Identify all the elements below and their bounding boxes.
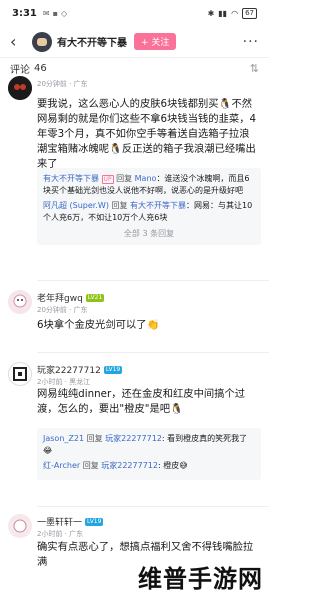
level-badge: LV19: [85, 517, 104, 526]
emoji-icon: 🐧: [218, 98, 232, 110]
emoji-icon: 😅: [179, 461, 188, 470]
reply-author[interactable]: 红-Archer: [43, 461, 80, 470]
emoji-icon: 👏: [146, 319, 160, 331]
reply-text: : 橙皮: [157, 461, 180, 470]
divider: [37, 280, 269, 281]
comment-author[interactable]: 一墨轩轩一: [37, 515, 82, 528]
comment-text: 6块拿个金皮光剑可以了👏: [37, 318, 257, 333]
avatar[interactable]: [8, 290, 32, 314]
divider: [37, 352, 269, 353]
comment-time: 2小时前 · 黑龙江: [37, 378, 91, 386]
comment-text-part: 6块拿个金皮光剑可以了: [37, 319, 147, 331]
reply-text: : 看到橙皮真的笑死我了: [161, 434, 248, 443]
reply-box: 有大不开等下暴 UP 回复 Mano：谁送没个冰魄啊，而且6块买个基础光剑也没人…: [37, 168, 261, 245]
follow-button[interactable]: + 关注: [134, 33, 177, 50]
reply-item[interactable]: 阿凡超 (Super.W) 回复 有大不开等下暴：网易：与其让10个人充6万，不…: [43, 200, 255, 224]
comment-time: 20分钟前 · 广东: [37, 306, 88, 314]
comment-author[interactable]: 老年拜gwq: [37, 291, 83, 304]
reply-author[interactable]: 阿凡超 (Super.W): [43, 201, 109, 210]
reply-author[interactable]: 有大不开等下暴: [43, 174, 99, 183]
status-right: ✱ ▮▮ ◠ 67: [207, 7, 257, 19]
avatar[interactable]: [8, 76, 32, 100]
signal-icon: ▮▮: [218, 8, 228, 18]
reply-item[interactable]: Jason_Z21 回复 玩家22277712: 看到橙皮真的笑死我了 😂: [43, 433, 255, 457]
battery-icon: 67: [242, 7, 257, 19]
comment-time: 2小时前 · 广东: [37, 530, 84, 538]
chevron-left-icon[interactable]: ‹: [10, 32, 26, 51]
reply-mention[interactable]: 有大不开等下暴: [130, 201, 186, 210]
reply-mention[interactable]: 玩家22277712: [101, 461, 158, 470]
reply-prefix: 回复: [116, 174, 135, 183]
comment-text-part: 网易纯纯dinner，还在金皮和红皮中间搞个过渡，怎么的，要出"橙皮"是吧: [37, 388, 246, 415]
emoji-icon: 🐧: [170, 403, 183, 415]
wifi-icon: ◠: [231, 8, 239, 18]
comment-meta: 一墨轩轩一 LV19 2小时前 · 广东: [37, 515, 104, 539]
more-icon[interactable]: ···: [243, 34, 259, 50]
avatar[interactable]: [8, 514, 32, 538]
comments-count: 46: [34, 62, 47, 74]
emoji-icon: 😂: [43, 446, 53, 455]
level-badge: LV19: [103, 365, 123, 374]
reply-item[interactable]: 红-Archer 回复 玩家22277712: 橙皮😅: [43, 460, 255, 472]
comments-label: 评论: [10, 64, 30, 76]
reply-item[interactable]: 有大不开等下暴 UP 回复 Mano：谁送没个冰魄啊，而且6块买个基础光剑也没人…: [43, 173, 255, 197]
comment-meta: 20分钟前 · 广东: [37, 78, 88, 89]
notification-icon: ✉: [42, 8, 50, 18]
reply-mention[interactable]: Mano: [135, 174, 157, 183]
comments-header: 评论 46 ⇅: [0, 60, 269, 76]
comment-text: 要我说，这么恶心人的皮肤6块钱都别买🐧不然网易剩的就是你们这些不拿6块钱当钱的韭…: [37, 97, 257, 172]
bluetooth-icon: ✱: [207, 8, 215, 18]
status-time: 3:31: [12, 7, 37, 19]
reply-prefix: 回复: [80, 461, 102, 470]
more-replies-link[interactable]: 全部 3 条回复: [43, 228, 255, 240]
reply-box: Jason_Z21 回复 玩家22277712: 看到橙皮真的笑死我了😂 红-A…: [37, 428, 261, 480]
notification-icon: ▪: [52, 8, 58, 18]
avatar[interactable]: [32, 31, 52, 52]
top-nav: ‹ 有大不开等下暴 + 关注 ···: [0, 26, 269, 58]
sort-icon[interactable]: ⇅: [250, 62, 259, 75]
avatar[interactable]: [8, 362, 32, 386]
level-badge: LV21: [85, 293, 105, 302]
comment-meta: 玩家22277712 LV19 2小时前 · 黑龙江: [37, 363, 123, 387]
comment-time: 20分钟前 · 广东: [37, 80, 88, 88]
emoji-icon: 🐧: [109, 143, 122, 155]
comment-meta: 老年拜gwq LV21 20分钟前 · 广东: [37, 291, 105, 315]
comment-author[interactable]: 玩家22277712: [37, 363, 101, 376]
reply-prefix: 回复: [108, 201, 131, 210]
notification-icons: ✉ ▪ ◇: [43, 9, 67, 18]
reply-mention[interactable]: 玩家22277712: [105, 434, 162, 443]
page-title: 有大不开等下暴: [57, 38, 127, 49]
comment-text: 网易纯纯dinner，还在金皮和红皮中间搞个过渡，怎么的，要出"橙皮"是吧🐧: [37, 387, 257, 417]
watermark-logo: 维普手游网: [138, 565, 263, 593]
up-badge: UP: [101, 175, 114, 184]
status-bar: 3:31 ✉ ▪ ◇ ✱ ▮▮ ◠ 67: [0, 0, 269, 26]
divider: [37, 506, 269, 507]
reply-prefix: 回复: [84, 434, 106, 443]
notification-icon: ◇: [61, 8, 68, 18]
comment-text-part: 要我说，这么恶心人的皮肤6块钱都别买: [37, 98, 219, 110]
reply-author[interactable]: Jason_Z21: [43, 434, 84, 443]
